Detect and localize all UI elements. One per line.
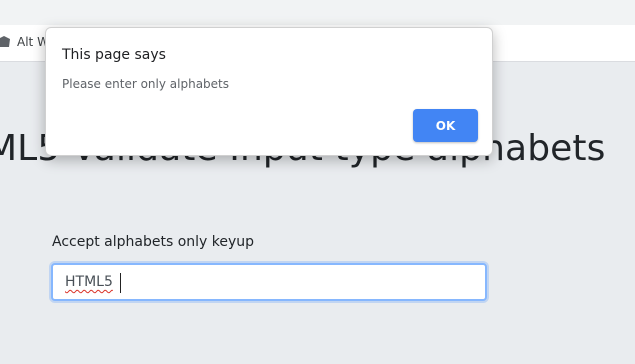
dialog-title: This page says: [62, 47, 166, 63]
bookmark-icon: [0, 35, 11, 49]
alphabets-field-label: Accept alphabets only keyup: [52, 234, 255, 250]
text-caret: [120, 273, 121, 293]
ok-button[interactable]: OK: [413, 109, 478, 142]
alert-dialog: This page says Please enter only alphabe…: [45, 27, 493, 156]
dialog-message: Please enter only alphabets: [62, 77, 229, 91]
browser-tab-strip: [0, 0, 635, 25]
input-value: HTML5: [65, 274, 113, 290]
bookmark-item[interactable]: Alt W: [0, 35, 49, 49]
alphabets-input[interactable]: HTML5: [51, 263, 487, 301]
